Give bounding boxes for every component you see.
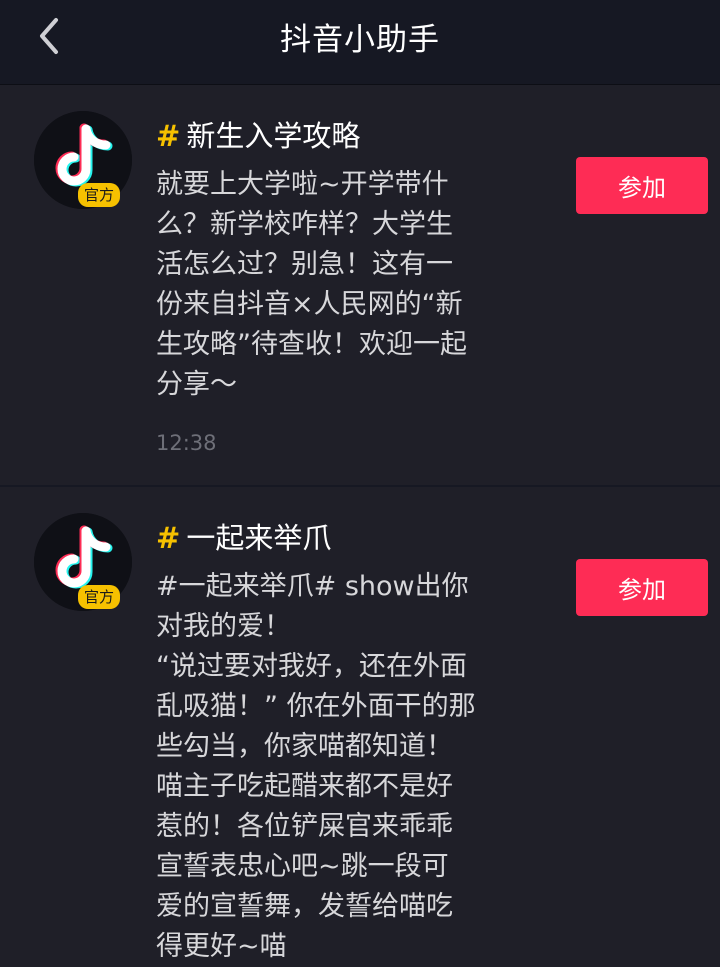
topic-title-text: 一起来举爪 xyxy=(186,521,332,555)
avatar[interactable]: 官方 xyxy=(34,513,132,611)
topic-title[interactable]: # 一起来举爪 xyxy=(156,515,331,557)
official-badge: 官方 xyxy=(78,585,121,609)
avatar[interactable]: 官方 xyxy=(34,111,132,209)
join-button[interactable]: 参加 xyxy=(576,559,708,616)
header-bar: 抖音小助手 xyxy=(0,0,720,85)
topic-title-text: 新生入学攻略 xyxy=(186,119,361,153)
message-card: 官方 # 一起来举爪 #一起来举爪# show出你 对我的爱！ “说过要对我好，还… xyxy=(0,487,720,967)
topic-title[interactable]: # 新生入学攻略 xyxy=(156,113,360,155)
topic-description: 就要上大学啦~开学带什 么？新学校咋样？大学生 活怎么过？别急！这有一 份来自抖… xyxy=(156,169,467,400)
hashtag-icon: # xyxy=(156,521,181,555)
topic-description: #一起来举爪# show出你 对我的爱！ “说过要对我好，还在外面 乱吸猫！” … xyxy=(156,571,476,962)
message-card: 官方 # 新生入学攻略 就要上大学啦~开学带什 么？新学校咋样？大学生 活怎么过？… xyxy=(0,85,720,485)
official-badge: 官方 xyxy=(78,183,121,207)
page-title: 抖音小助手 xyxy=(280,22,440,58)
timestamp: 12:38 xyxy=(156,431,217,455)
join-button[interactable]: 参加 xyxy=(576,157,708,214)
hashtag-icon: # xyxy=(156,119,181,153)
